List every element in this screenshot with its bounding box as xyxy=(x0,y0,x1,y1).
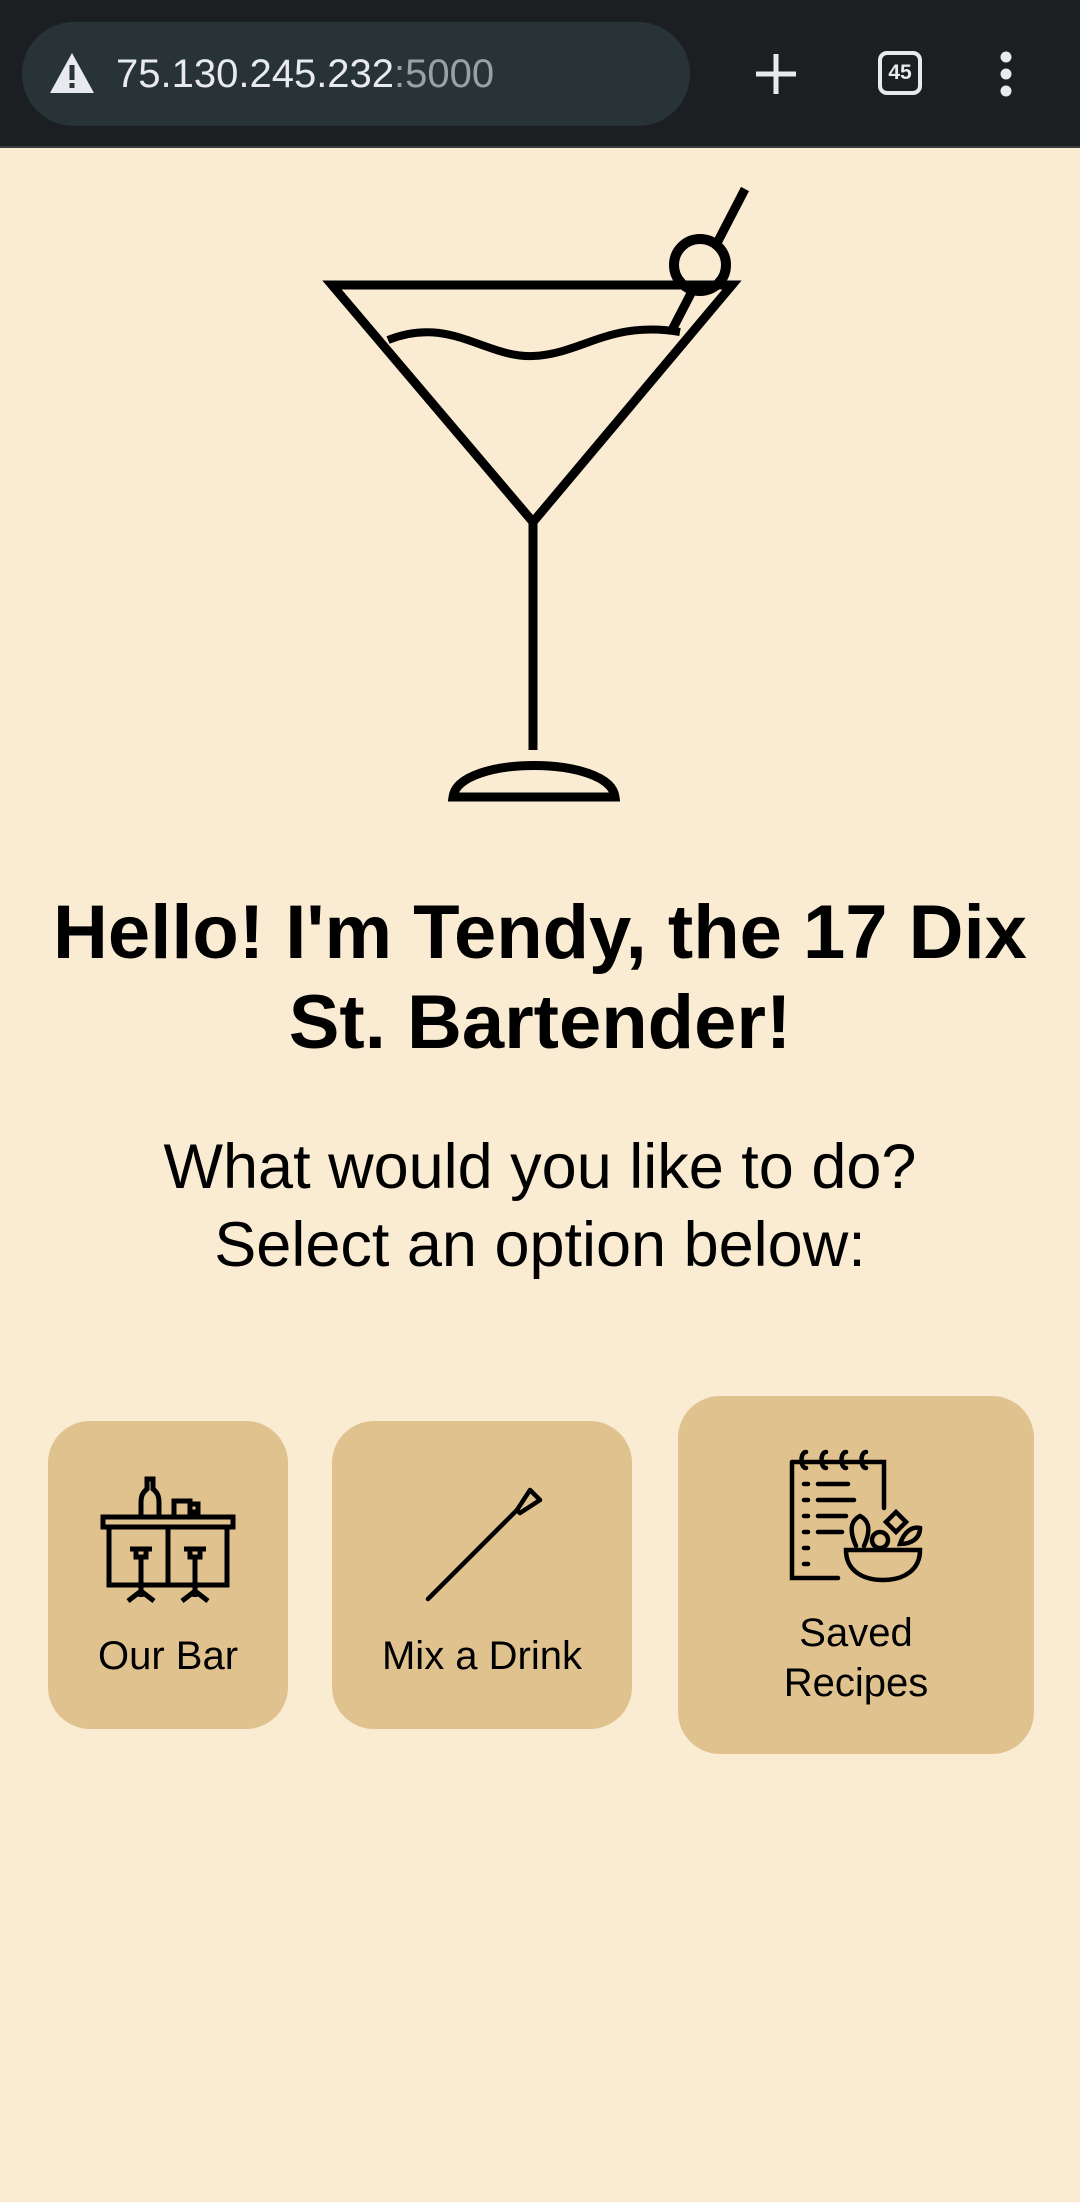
url-host: 75.130.245.232 xyxy=(116,52,395,96)
tab-count: 45 xyxy=(888,61,912,84)
martini-glass-icon xyxy=(322,186,749,802)
url-text[interactable]: 75.130.245.232:5000 xyxy=(116,50,494,98)
address-bar[interactable]: 75.130.245.232:5000 xyxy=(22,22,690,126)
saved-recipes-label-line-2: Recipes xyxy=(783,1661,929,1705)
mix-a-drink-button[interactable]: Mix a Drink xyxy=(332,1421,632,1729)
plus-icon[interactable] xyxy=(752,50,800,98)
kebab-menu-icon[interactable] xyxy=(996,50,1016,98)
subtitle-line-2: Select an option below: xyxy=(214,1210,866,1280)
our-bar-label: Our Bar xyxy=(97,1634,239,1678)
page-title: Hello! I'm Tendy, the 17 Dix St. Bartend… xyxy=(53,890,1027,1065)
our-bar-button[interactable]: Our Bar xyxy=(48,1421,288,1729)
cocktail-pick-icon xyxy=(425,1487,543,1602)
saved-recipes-label-line-1: Saved xyxy=(799,1611,913,1655)
mix-a-drink-label: Mix a Drink xyxy=(381,1634,583,1678)
subtitle-line-1: What would you like to do? xyxy=(163,1132,917,1202)
tab-switcher-icon[interactable]: 45 xyxy=(878,51,922,95)
page-subtitle: What would you like to do? Select an opt… xyxy=(0,1128,1080,1284)
bar-counter-icon xyxy=(100,1476,236,1603)
saved-recipes-button[interactable]: Saved Recipes xyxy=(678,1396,1034,1754)
browser-toolbar: 75.130.245.232:5000 45 xyxy=(0,0,1080,148)
saved-recipes-label: Saved Recipes xyxy=(678,1608,1034,1708)
url-port: :5000 xyxy=(394,52,495,96)
recipe-notebook-icon xyxy=(789,1449,923,1583)
warning-triangle-icon[interactable] xyxy=(48,50,96,96)
